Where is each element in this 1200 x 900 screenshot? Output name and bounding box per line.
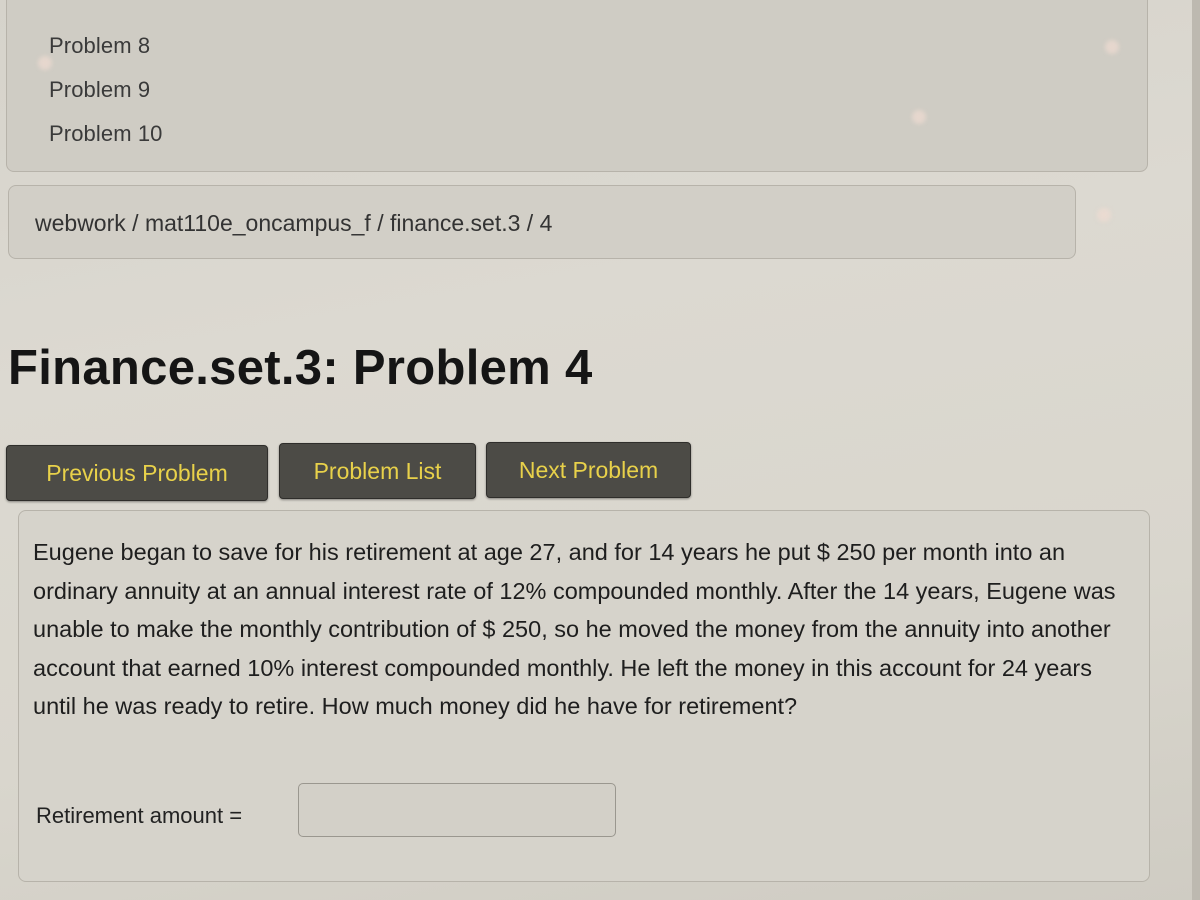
problem-link-9[interactable]: Problem 9 xyxy=(49,77,150,103)
screen-glare xyxy=(1097,208,1111,222)
problem-list-panel: Problem 7 Problem 8 Problem 9 Problem 10 xyxy=(6,0,1148,172)
breadcrumb-separator: / xyxy=(125,210,145,236)
retirement-amount-input[interactable] xyxy=(298,783,616,837)
breadcrumb-set[interactable]: finance.set.3 xyxy=(390,210,520,236)
breadcrumb: webwork / mat110e_oncampus_f / finance.s… xyxy=(35,210,552,237)
next-problem-button[interactable]: Next Problem xyxy=(486,442,691,498)
breadcrumb-bar: webwork / mat110e_oncampus_f / finance.s… xyxy=(8,185,1076,259)
problem-body: Eugene began to save for his retirement … xyxy=(18,510,1150,882)
problem-link-8[interactable]: Problem 8 xyxy=(49,33,150,59)
breadcrumb-webwork[interactable]: webwork xyxy=(35,210,126,236)
previous-problem-button[interactable]: Previous Problem xyxy=(6,445,268,501)
screen-glare xyxy=(912,110,926,124)
window-edge xyxy=(1192,0,1200,900)
problem-statement: Eugene began to save for his retirement … xyxy=(33,539,1116,719)
problem-list-button[interactable]: Problem List xyxy=(279,443,476,499)
breadcrumb-separator: / xyxy=(370,210,390,236)
screen-glare xyxy=(38,56,52,70)
problem-link-10[interactable]: Problem 10 xyxy=(49,121,163,147)
answer-label: Retirement amount = xyxy=(36,803,243,828)
breadcrumb-problem: 4 xyxy=(539,210,553,236)
screen-glare xyxy=(1105,40,1119,54)
breadcrumb-separator: / xyxy=(520,210,540,236)
breadcrumb-course[interactable]: mat110e_oncampus_f xyxy=(145,210,371,236)
page-title: Finance.set.3: Problem 4 xyxy=(8,341,593,395)
problem-link-7[interactable]: Problem 7 xyxy=(49,0,150,3)
